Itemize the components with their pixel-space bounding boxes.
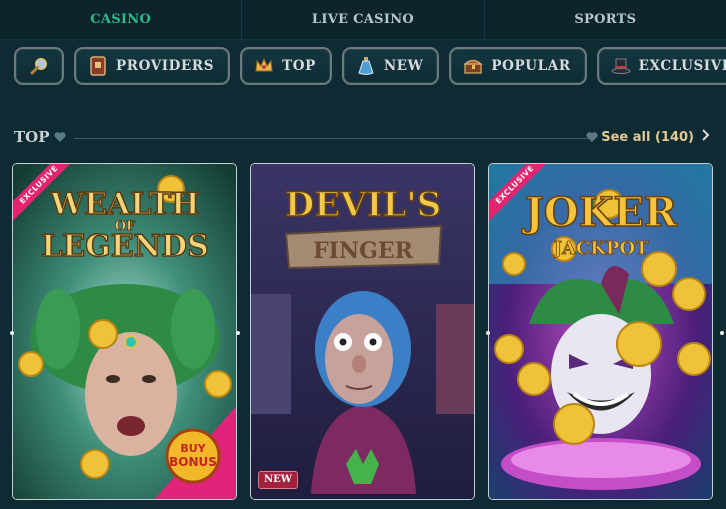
filter-new-label: NEW: [383, 58, 424, 74]
chevron-right-icon: [702, 129, 710, 145]
filter-providers-label: PROVIDERS: [116, 58, 215, 74]
search-button[interactable]: [14, 47, 64, 85]
filter-exclusive-label: EXCLUSIVE: [638, 58, 726, 74]
svg-text:DEVIL'S: DEVIL'S: [285, 185, 442, 225]
section-header: TOP See all (140): [14, 128, 714, 148]
svg-text:JOKER: JOKER: [522, 189, 678, 236]
top-hat-icon: [611, 56, 631, 76]
filter-new[interactable]: NEW: [341, 47, 440, 85]
see-all-link[interactable]: See all (140): [601, 129, 710, 145]
filter-popular[interactable]: POPULAR: [449, 47, 587, 85]
game-thumbnail: BUY BONUS WEALTH OF LEGENDS: [13, 164, 236, 499]
new-badge: NEW: [258, 471, 298, 489]
game-card-joker-jackpot[interactable]: JOKER JACKPOT EXCLUSIVE: [488, 163, 713, 500]
chest-icon: [463, 56, 484, 76]
game-thumbnail: JOKER JACKPOT: [489, 164, 712, 499]
book-icon: [88, 56, 108, 76]
filter-popular-label: POPULAR: [491, 58, 571, 74]
carousel-dot: [236, 331, 240, 335]
svg-text:JACKPOT: JACKPOT: [551, 238, 649, 259]
crown-icon: [254, 56, 274, 76]
filter-top[interactable]: TOP: [240, 47, 332, 85]
svg-text:FINGER: FINGER: [313, 238, 414, 264]
tab-casino[interactable]: CASINO: [0, 0, 243, 39]
filter-top-label: TOP: [282, 58, 316, 74]
filter-providers[interactable]: PROVIDERS: [74, 47, 231, 85]
top-tabs: CASINO LIVE CASINO SPORTS: [0, 0, 726, 40]
carousel-dot: [720, 331, 724, 335]
tab-live-casino[interactable]: LIVE CASINO: [242, 0, 485, 39]
svg-text:BONUS: BONUS: [169, 455, 217, 469]
heart-icon: [54, 132, 66, 142]
filter-bar: PROVIDERS TOP NEW POPULAR EXCLUSIVE: [14, 47, 726, 85]
game-thumbnail: DEVIL'S FINGER: [251, 164, 474, 499]
heart-icon: [586, 132, 598, 142]
game-card-wealth-of-legends[interactable]: BUY BONUS WEALTH OF LEGENDS EXCLUSIVE: [12, 163, 237, 500]
carousel-dot: [10, 331, 14, 335]
svg-text:BUY: BUY: [180, 442, 206, 455]
search-icon: [29, 56, 49, 76]
section-title: TOP: [14, 128, 50, 146]
carousel-dot: [486, 331, 490, 335]
potion-icon: [356, 56, 376, 76]
section-divider: [74, 138, 594, 139]
filter-exclusive[interactable]: EXCLUSIVE: [596, 47, 726, 85]
tab-sports[interactable]: SPORTS: [485, 0, 726, 39]
game-card-devils-finger[interactable]: DEVIL'S FINGER NEW: [250, 163, 475, 500]
svg-text:LEGENDS: LEGENDS: [41, 229, 209, 264]
see-all-label: See all (140): [601, 129, 694, 145]
svg-text:WEALTH: WEALTH: [49, 187, 199, 222]
